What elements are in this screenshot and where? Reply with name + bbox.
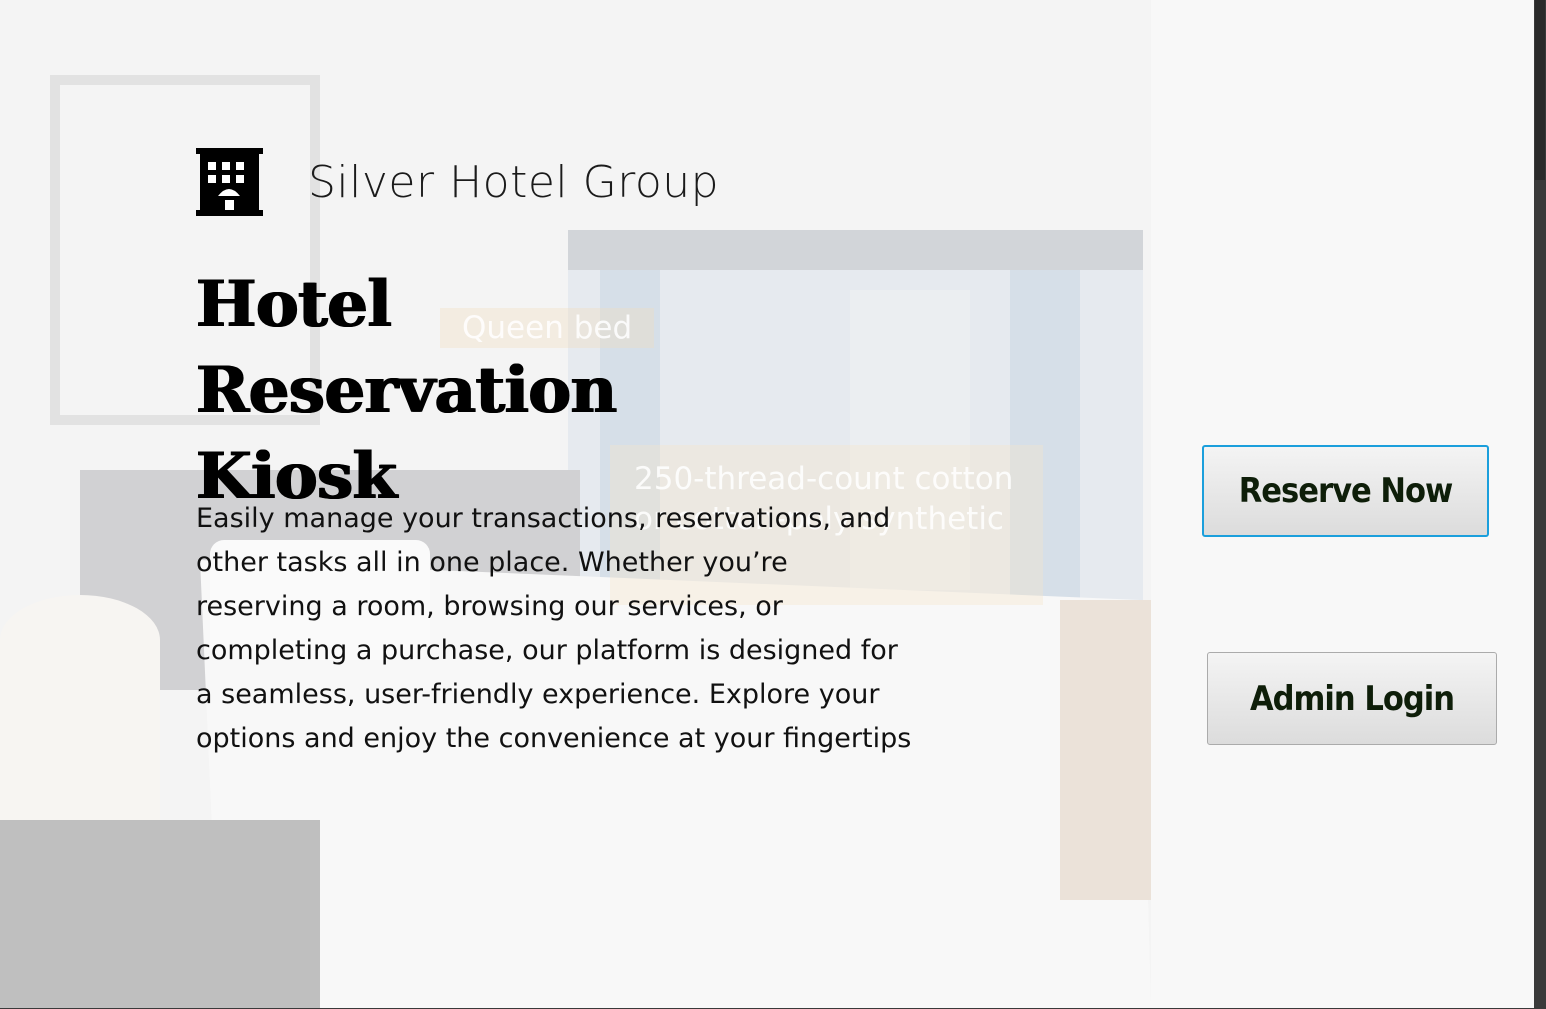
page-title: Hotel Reservation Kiosk [196, 267, 617, 514]
reserve-now-button[interactable]: Reserve Now [1202, 445, 1489, 537]
hotel-building-icon [196, 148, 263, 216]
brand-header: Silver Hotel Group [196, 148, 719, 216]
hero-panel: Queen bed 250-thread-count cotton or cot… [0, 0, 1151, 1008]
admin-login-button[interactable]: Admin Login [1207, 652, 1497, 745]
brand-name: Silver Hotel Group [308, 156, 720, 208]
intro-description: Easily manage your transactions, reserva… [196, 503, 912, 754]
kiosk-window: Queen bed 250-thread-count cotton or cot… [0, 0, 1534, 1008]
scrollbar-thumb[interactable] [1535, 0, 1545, 180]
action-panel: Reserve Now Admin Login [1151, 0, 1534, 1008]
